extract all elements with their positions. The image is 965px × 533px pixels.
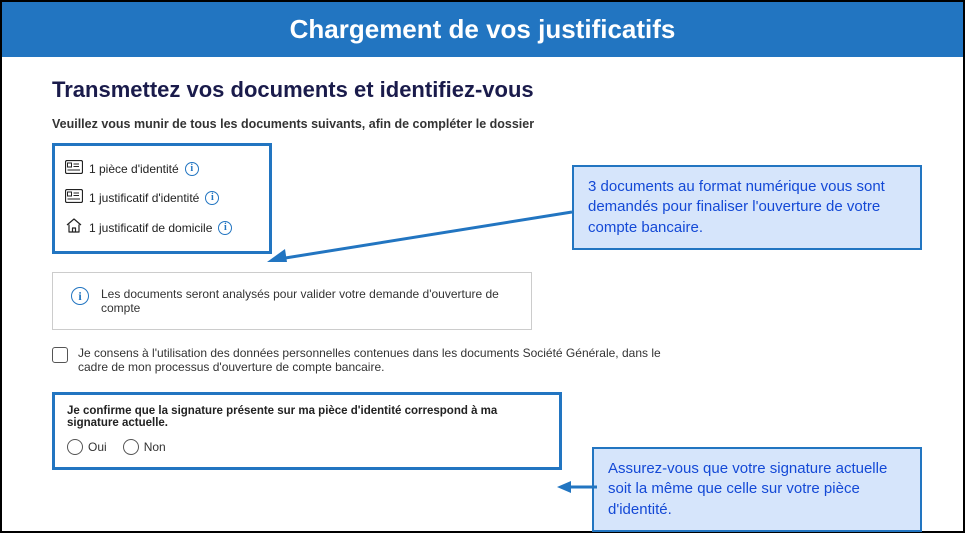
radio-circle-icon: [67, 439, 83, 455]
radio-option-yes[interactable]: Oui: [67, 439, 107, 455]
instruction-text: Veuillez vous munir de tous les document…: [52, 117, 923, 131]
radio-label: Non: [144, 440, 166, 454]
arrow-icon: [267, 207, 577, 267]
radio-circle-icon: [123, 439, 139, 455]
info-icon[interactable]: i: [205, 191, 219, 205]
notice-text: Les documents seront analysés pour valid…: [101, 287, 513, 315]
page-title: Transmettez vos documents et identifiez-…: [52, 77, 923, 103]
notice-box: i Les documents seront analysés pour val…: [52, 272, 532, 330]
id-card-icon: [65, 189, 83, 206]
doc-item: 1 justificatif d'identité i: [65, 183, 259, 212]
radio-group: Oui Non: [67, 439, 547, 455]
signature-box: Je confirme que la signature présente su…: [52, 392, 562, 470]
info-icon[interactable]: i: [218, 221, 232, 235]
callout-text: 3 documents au format numérique vous son…: [588, 178, 885, 236]
doc-item: 1 pièce d'identité i: [65, 154, 259, 183]
consent-text: Je consens à l'utilisation des données p…: [78, 346, 692, 374]
info-icon: i: [71, 287, 89, 305]
info-icon[interactable]: i: [185, 162, 199, 176]
callout-text: Assurez-vous que votre signature actuell…: [608, 460, 887, 518]
documents-box: 1 pièce d'identité i 1 justificatif d'id…: [52, 143, 272, 254]
callout-signature: Assurez-vous que votre signature actuell…: [592, 447, 922, 532]
consent-checkbox[interactable]: [52, 347, 68, 363]
signature-question: Je confirme que la signature présente su…: [67, 405, 547, 429]
consent-row: Je consens à l'utilisation des données p…: [52, 346, 692, 374]
radio-option-no[interactable]: Non: [123, 439, 166, 455]
doc-label: 1 justificatif d'identité: [89, 191, 199, 205]
id-card-icon: [65, 160, 83, 177]
doc-label: 1 pièce d'identité: [89, 162, 179, 176]
home-icon: [65, 218, 83, 237]
doc-item: 1 justificatif de domicile i: [65, 212, 259, 243]
header-title: Chargement de vos justificatifs: [290, 14, 676, 44]
header-banner: Chargement de vos justificatifs: [2, 2, 963, 57]
radio-label: Oui: [88, 440, 107, 454]
doc-label: 1 justificatif de domicile: [89, 221, 212, 235]
callout-documents: 3 documents au format numérique vous son…: [572, 165, 922, 250]
